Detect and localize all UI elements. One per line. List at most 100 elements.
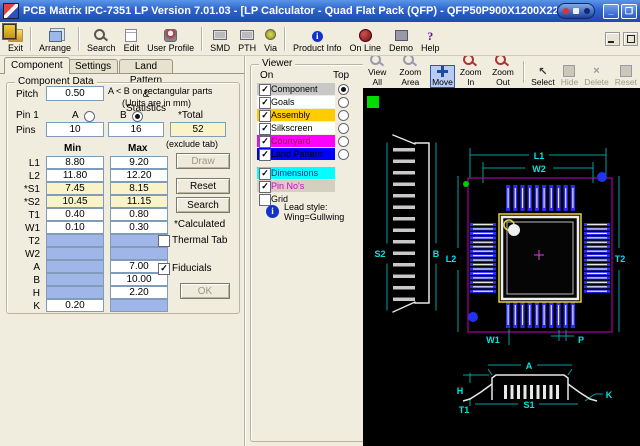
draw-button[interactable]: Draw	[176, 153, 230, 169]
top-header: Top	[333, 70, 349, 81]
row-label: W2	[8, 249, 40, 260]
demo-button[interactable]: Demo	[386, 29, 416, 54]
via-button[interactable]: Via	[261, 28, 280, 54]
move-button[interactable]: Move	[430, 65, 455, 88]
zoom-area-button[interactable]: Zoom Area	[393, 56, 429, 88]
tab-component[interactable]: Component	[4, 57, 70, 74]
layer-assembly-checkbox[interactable]	[259, 110, 271, 122]
pth-button[interactable]: PTH	[235, 29, 259, 54]
arrange-icon	[49, 31, 62, 42]
minimize-button[interactable]: _	[603, 4, 619, 19]
row-max-field[interactable]: 8.15	[110, 182, 168, 195]
on-header: On	[260, 70, 273, 81]
help-button[interactable]: Help	[418, 29, 443, 54]
toolbar-separator	[201, 27, 203, 51]
total-field[interactable]: 52	[170, 122, 226, 137]
row-min-field[interactable]: 0.10	[46, 221, 104, 234]
window-title: PCB Matrix IPC-7351 LP Version 7.01.03 -…	[23, 5, 557, 17]
zoom-out-button[interactable]: Zoom Out	[487, 56, 520, 88]
pads-bottom	[506, 302, 575, 328]
product-info-button[interactable]: Product Info	[290, 30, 345, 54]
row-min-field[interactable]: 0.20	[46, 299, 104, 312]
row-min-field[interactable]: 11.80	[46, 169, 104, 182]
layer-assembly-top-radio[interactable]	[338, 110, 349, 121]
row-max-field[interactable]: 9.20	[110, 156, 168, 169]
view-all-button[interactable]: View All	[364, 56, 391, 88]
side-view-left: S2 B	[374, 135, 439, 312]
row-max-field[interactable]: 0.30	[110, 221, 168, 234]
app-icon	[3, 3, 19, 19]
edit-button[interactable]: Edit	[121, 28, 143, 54]
row-min-field[interactable]: 10.45	[46, 195, 104, 208]
rect-parts-note: A < B on rectangular parts	[108, 86, 212, 96]
dim-label-l2: L2	[446, 254, 457, 264]
mdi-restore-button[interactable]	[623, 32, 638, 46]
smd-button[interactable]: SMD	[207, 29, 233, 54]
row-label: T2	[8, 236, 40, 247]
child-window-icon[interactable]	[2, 23, 17, 40]
layer-land-pattern-checkbox[interactable]	[259, 149, 271, 161]
restore-button[interactable]: ❒	[621, 4, 637, 19]
exclude-tab-note: (exclude tab)	[166, 139, 218, 149]
pitch-label: Pitch	[16, 89, 38, 100]
hide-button[interactable]: Hide	[559, 64, 580, 88]
layer-component-checkbox[interactable]	[259, 84, 271, 96]
row-max-field[interactable]: 2.20	[110, 286, 168, 299]
min-header: Min	[64, 143, 81, 154]
ok-button[interactable]: OK	[180, 283, 230, 299]
zoom-in-button[interactable]: Zoom In	[457, 56, 485, 88]
search-button[interactable]: Search	[84, 27, 119, 54]
mdi-minimize-button[interactable]	[605, 32, 620, 46]
toolbar-separator	[523, 61, 525, 83]
tab-land-pattern-statistics[interactable]: Land Pattern & Statistics	[119, 59, 173, 73]
layer-goals-top-radio[interactable]	[338, 97, 349, 108]
viewer-canvas[interactable]: S2 B L1 W2 L2 T2	[363, 88, 640, 446]
layer-dimensions-checkbox[interactable]	[259, 168, 271, 180]
delete-button[interactable]: × Delete	[582, 65, 611, 88]
tab-settings[interactable]: Settings	[68, 59, 118, 73]
layer-goals-checkbox[interactable]	[259, 97, 271, 109]
row-min-field	[46, 260, 104, 273]
window-gadget[interactable]	[557, 3, 595, 19]
viewer-toolbar: View All Zoom Area Move Zoom In Zoom Out…	[363, 56, 640, 88]
reset-view-button[interactable]: Reset	[613, 64, 639, 88]
pin1-option-b-radio[interactable]	[132, 111, 143, 122]
layer-grid-checkbox[interactable]	[259, 194, 271, 206]
pins-a-field[interactable]: 10	[46, 122, 104, 137]
user-profile-button[interactable]: User Profile	[144, 28, 197, 54]
row-label: B	[8, 275, 40, 286]
layer-silkscreen-top-radio[interactable]	[338, 123, 349, 134]
layer-courtyard-top-radio[interactable]	[338, 136, 349, 147]
main-toolbar: Exit Arrange Search Edit User Profile SM…	[0, 22, 640, 56]
reset-button[interactable]: Reset	[176, 178, 230, 194]
lead-comb	[504, 385, 559, 399]
fiducials-checkbox[interactable]	[158, 263, 170, 275]
row-max-field[interactable]: 0.80	[110, 208, 168, 221]
row-min-field[interactable]: 0.40	[46, 208, 104, 221]
layer-component-top-radio[interactable]	[338, 84, 349, 95]
row-min-field[interactable]: 7.45	[46, 182, 104, 195]
pin1-option-a-radio[interactable]	[84, 111, 95, 122]
row-max-field[interactable]: 12.20	[110, 169, 168, 182]
row-max-field[interactable]: 11.15	[110, 195, 168, 208]
fiducials-label: Fiducials	[172, 263, 211, 274]
pins-b-field[interactable]: 16	[108, 122, 164, 137]
toolbar-separator	[284, 27, 286, 51]
dim-label-k: K	[606, 390, 613, 400]
online-button[interactable]: On Line	[347, 28, 385, 54]
arrange-button[interactable]: Arrange	[36, 30, 74, 54]
search-land-button[interactable]: Search	[176, 197, 230, 213]
select-button[interactable]: ↖ Select	[529, 65, 557, 88]
layer-silkscreen-checkbox[interactable]	[259, 123, 271, 135]
row-min-field	[46, 286, 104, 299]
thermal-tab-checkbox[interactable]	[158, 235, 170, 247]
row-min-field[interactable]: 8.80	[46, 156, 104, 169]
gadget-red-icon	[563, 8, 569, 14]
layer-courtyard-checkbox[interactable]	[259, 136, 271, 148]
layer-land-pattern-top-radio[interactable]	[338, 149, 349, 160]
viewer-label: Viewer	[259, 58, 295, 69]
pitch-field[interactable]: 0.50	[46, 86, 104, 101]
dim-label-h: H	[457, 386, 464, 396]
layer-pin-nos-checkbox[interactable]	[259, 181, 271, 193]
pads-top	[506, 185, 575, 211]
